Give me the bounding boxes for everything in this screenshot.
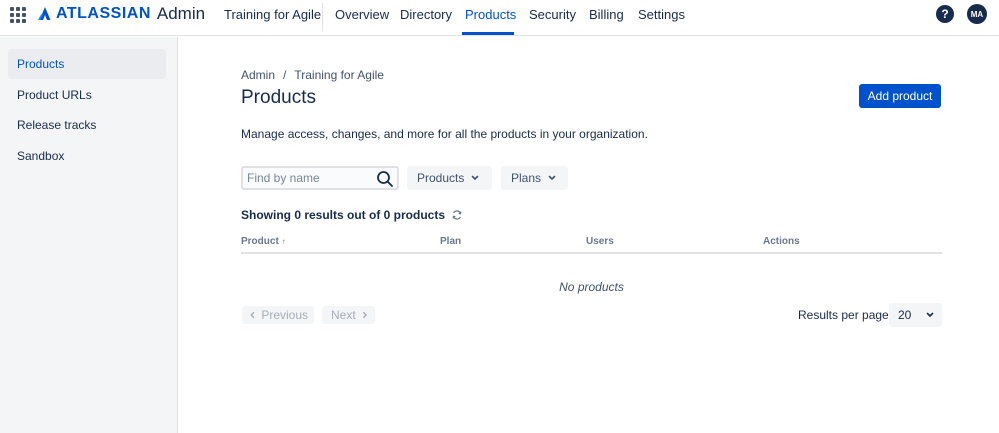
add-product-button[interactable]: Add product <box>859 84 941 108</box>
results-per-page-select[interactable]: 20 <box>889 303 942 327</box>
column-header-product-label: Product <box>241 236 279 247</box>
table-header-divider <box>241 252 942 254</box>
sort-ascending-icon: ↑ <box>281 237 286 246</box>
tab-overview[interactable]: Overview <box>335 7 389 22</box>
chevron-down-icon <box>472 175 479 181</box>
search-input[interactable] <box>247 170 367 186</box>
search-field[interactable] <box>241 166 399 190</box>
chevron-left-icon <box>250 311 255 319</box>
chevron-down-icon <box>927 312 934 318</box>
column-header-users: Users <box>586 236 614 247</box>
previous-page-button[interactable]: Previous <box>242 306 314 324</box>
plans-filter-label: Plans <box>511 171 542 185</box>
page-description: Manage access, changes, and more for all… <box>241 127 648 141</box>
page-title: Products <box>241 87 316 108</box>
plans-filter-dropdown[interactable]: Plans <box>501 166 568 190</box>
tab-billing[interactable]: Billing <box>589 7 624 22</box>
results-per-page-label: Results per page: <box>798 308 893 322</box>
empty-state: No products <box>559 280 624 294</box>
column-header-actions: Actions <box>763 236 800 247</box>
breadcrumb: Admin / Training for Agile <box>241 68 384 82</box>
products-filter-label: Products <box>417 171 465 185</box>
breadcrumb-org[interactable]: Training for Agile <box>294 68 384 82</box>
next-page-button[interactable]: Next <box>322 306 375 324</box>
sidebar-item-sandbox[interactable]: Sandbox <box>8 141 166 171</box>
avatar[interactable]: MA <box>967 4 987 24</box>
tab-settings[interactable]: Settings <box>638 7 685 22</box>
results-per-page-value: 20 <box>898 308 912 322</box>
chevron-down-icon <box>548 175 556 181</box>
sidebar-item-products[interactable]: Products <box>8 49 166 79</box>
search-icon[interactable] <box>376 170 394 188</box>
column-header-plan: Plan <box>440 236 462 247</box>
products-filter-dropdown[interactable]: Products <box>407 166 492 190</box>
breadcrumb-separator: / <box>283 68 287 82</box>
column-header-product[interactable]: Product ↑ <box>241 236 286 247</box>
results-summary: Showing 0 results out of 0 products <box>241 208 463 222</box>
sidebar-item-product-urls[interactable]: Product URLs <box>8 80 166 110</box>
product-name: Admin <box>156 4 206 23</box>
top-navigation: ATLASSIAN Admin Training for Agile Overv… <box>0 0 999 36</box>
results-text: Showing 0 results out of 0 products <box>241 208 446 222</box>
refresh-icon[interactable] <box>451 209 463 221</box>
tab-security[interactable]: Security <box>529 7 576 22</box>
help-icon[interactable]: ? <box>936 5 954 23</box>
brand-name: ATLASSIAN <box>56 5 151 22</box>
nav-divider <box>322 3 323 31</box>
next-label: Next <box>331 308 356 322</box>
org-switcher[interactable]: Training for Agile <box>224 7 321 22</box>
chevron-right-icon <box>362 311 367 319</box>
previous-label: Previous <box>261 308 308 322</box>
atlassian-logo[interactable]: ATLASSIAN Admin <box>37 4 206 23</box>
active-tab-indicator <box>462 32 514 35</box>
atlassian-mark-icon <box>38 7 51 20</box>
breadcrumb-admin[interactable]: Admin <box>241 68 275 82</box>
sidebar-item-release-tracks[interactable]: Release tracks <box>8 110 166 140</box>
sidebar: Products Product URLs Release tracks San… <box>0 37 178 433</box>
tab-products[interactable]: Products <box>465 7 516 22</box>
tab-directory[interactable]: Directory <box>400 7 452 22</box>
app-switcher-icon[interactable] <box>10 7 26 23</box>
